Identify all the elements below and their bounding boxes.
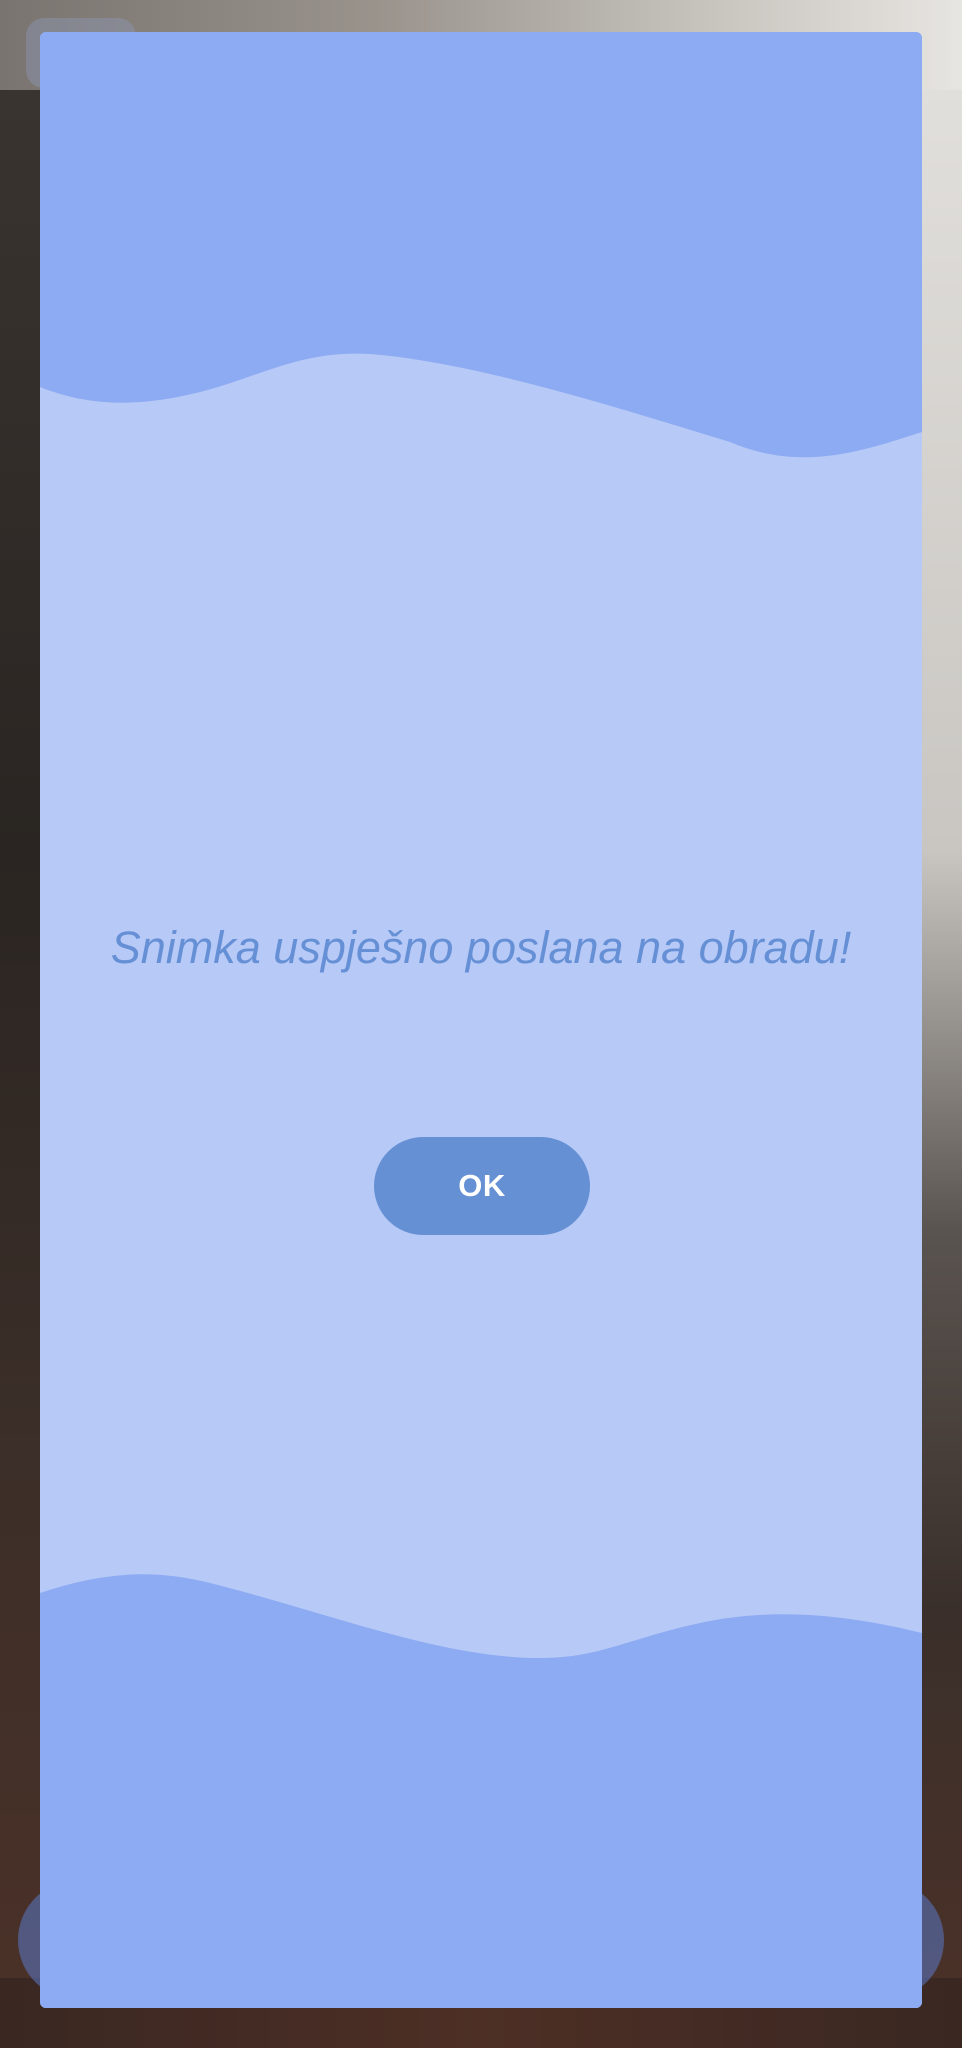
top-wave-decoration [40, 32, 922, 458]
bottom-wave-decoration [40, 1574, 922, 2008]
success-message: Snimka uspješno poslana na obradu! [110, 922, 852, 973]
success-dialog: Snimka uspješno poslana na obradu! OK [40, 32, 922, 2008]
ok-button[interactable]: OK [374, 1137, 590, 1235]
